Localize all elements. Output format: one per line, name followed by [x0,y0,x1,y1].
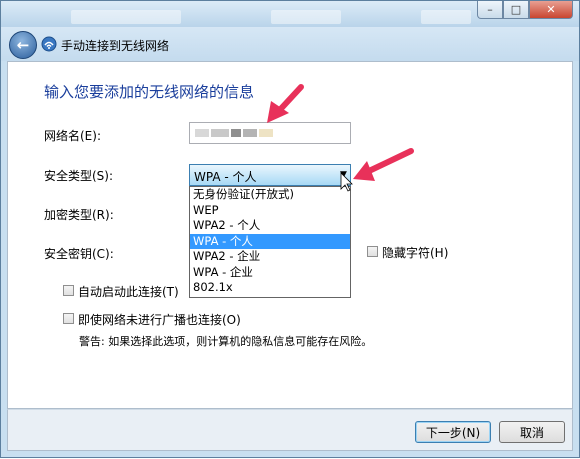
annotation-arrow-icon [267,84,304,123]
annotation-arrows [267,84,414,192]
mouse-cursor-icon [340,172,353,192]
dialog-window: – □ ✕ ← 手动连接到无线网络 输入您要添加的无线网络的信息 网络名(E):… [0,0,580,458]
annotation-arrow-icon [353,148,414,181]
